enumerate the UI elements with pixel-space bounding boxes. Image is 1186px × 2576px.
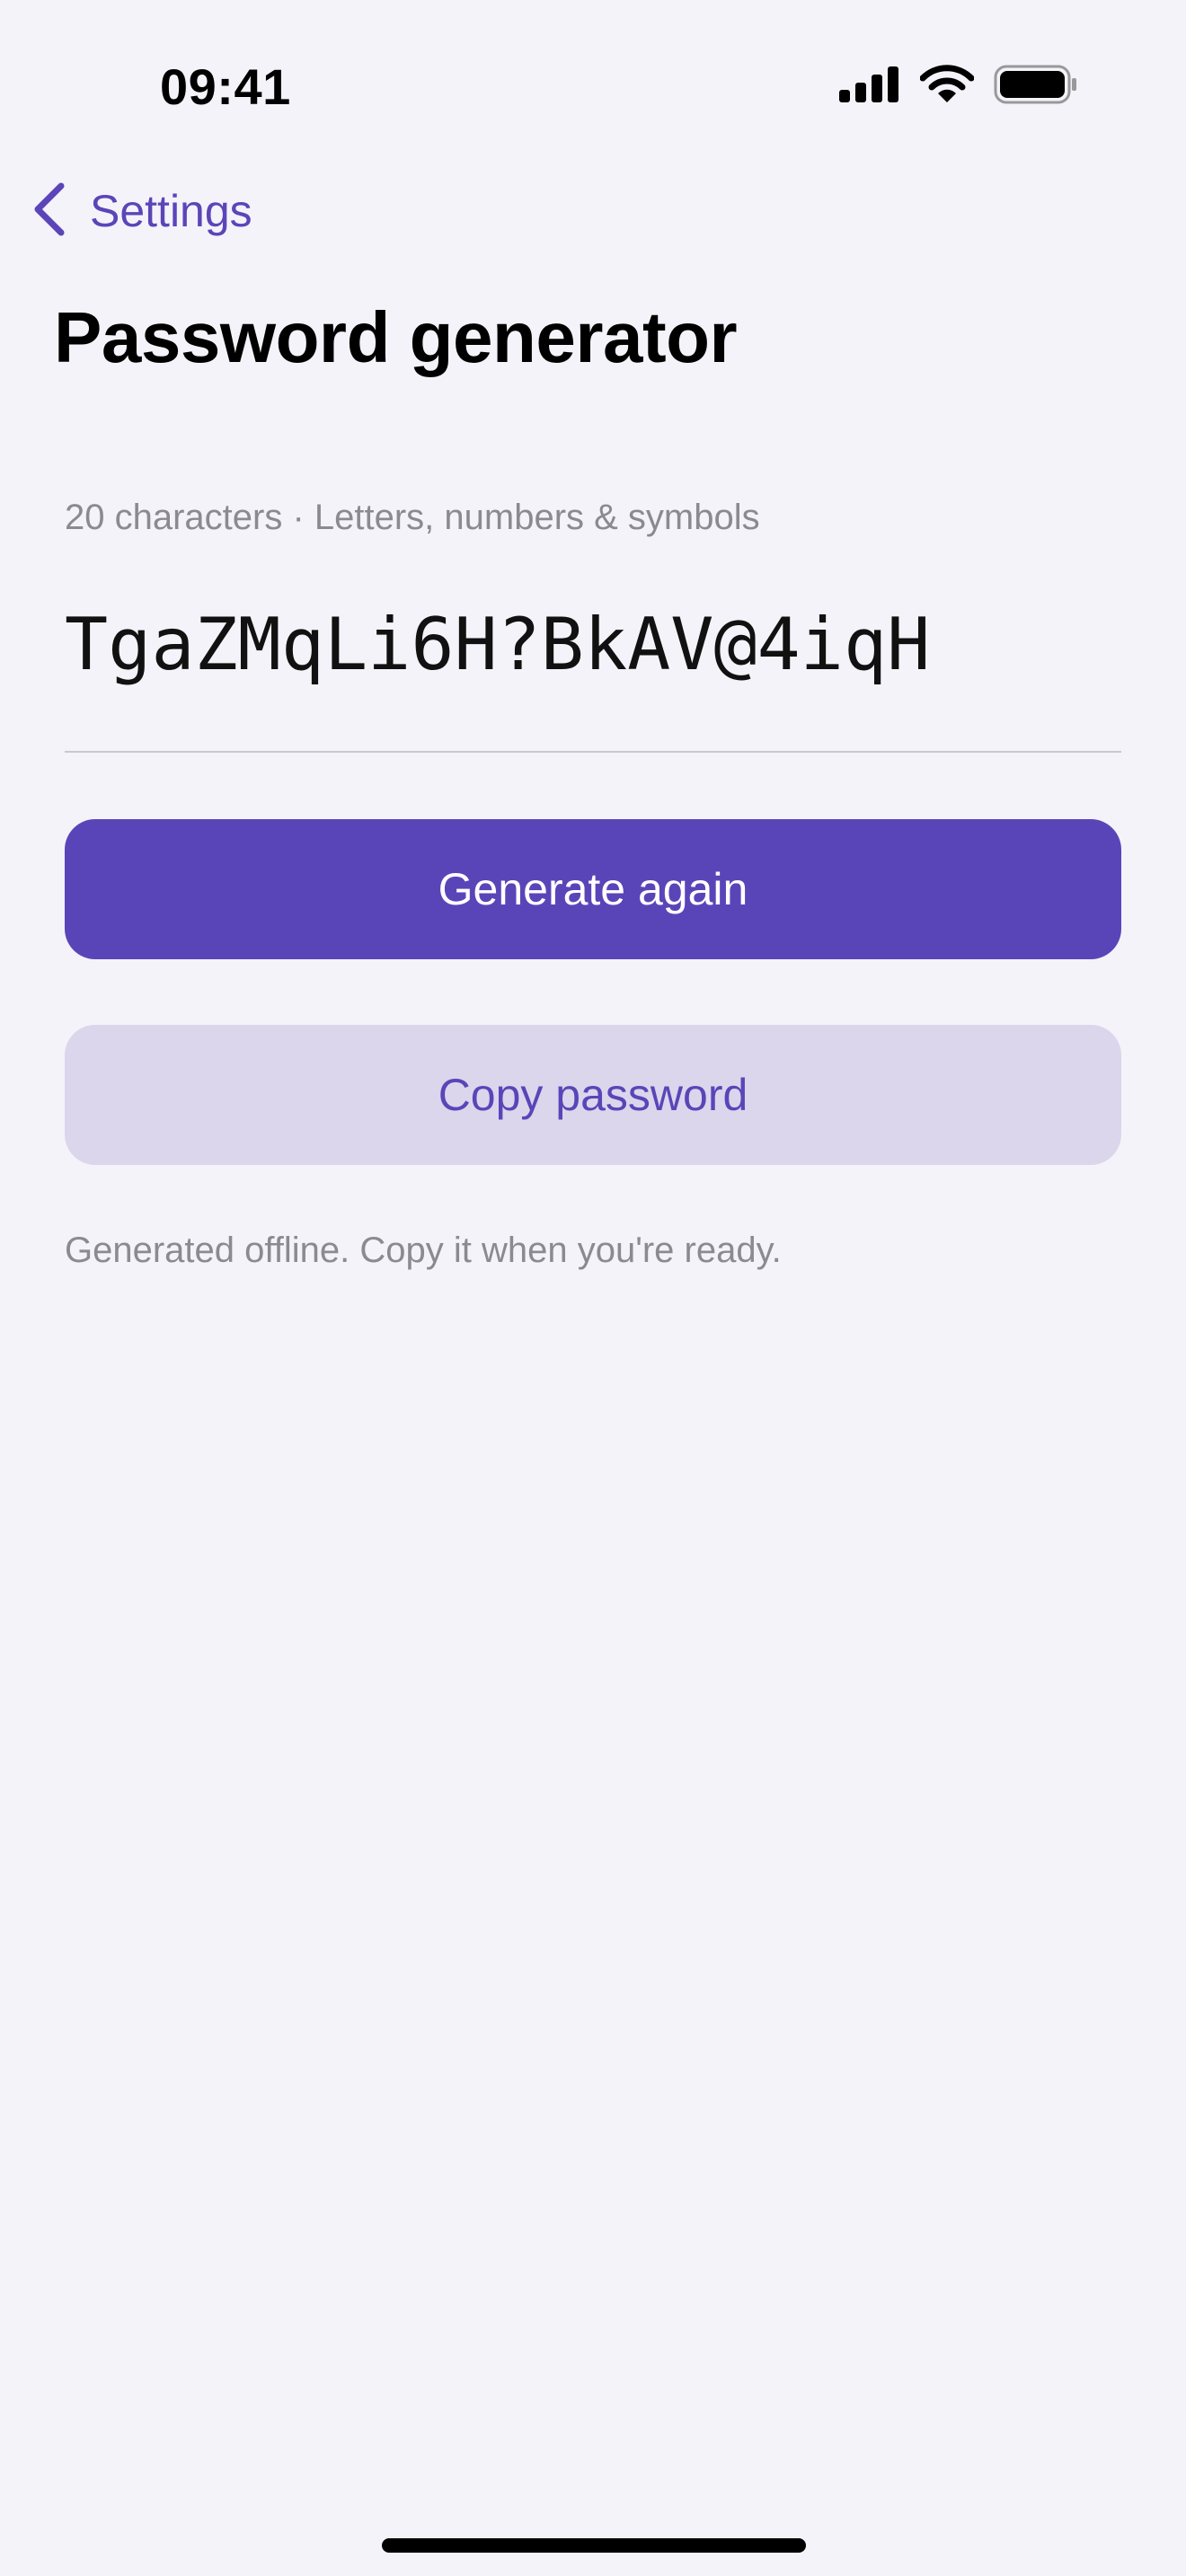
chevron-left-icon (31, 181, 66, 242)
footnote: Generated offline. Copy it when you're r… (65, 1231, 782, 1270)
status-time: 09:41 (160, 58, 291, 115)
back-label: Settings (90, 186, 252, 236)
generate-again-button[interactable]: Generate again (65, 819, 1121, 959)
divider (65, 751, 1121, 753)
home-indicator[interactable] (382, 2538, 806, 2553)
status-icons (837, 63, 1078, 110)
password-meta: 20 characters · Letters, numbers & symbo… (65, 498, 760, 537)
cellular-signal-icon (837, 65, 900, 109)
generated-password: TgaZMqLi6H?BkAV@4iqH (65, 603, 931, 686)
battery-icon (994, 65, 1078, 109)
wifi-icon (919, 64, 975, 109)
copy-password-button[interactable]: Copy password (65, 1025, 1121, 1165)
page-title: Password generator (54, 297, 738, 377)
back-button[interactable]: Settings (31, 180, 252, 243)
